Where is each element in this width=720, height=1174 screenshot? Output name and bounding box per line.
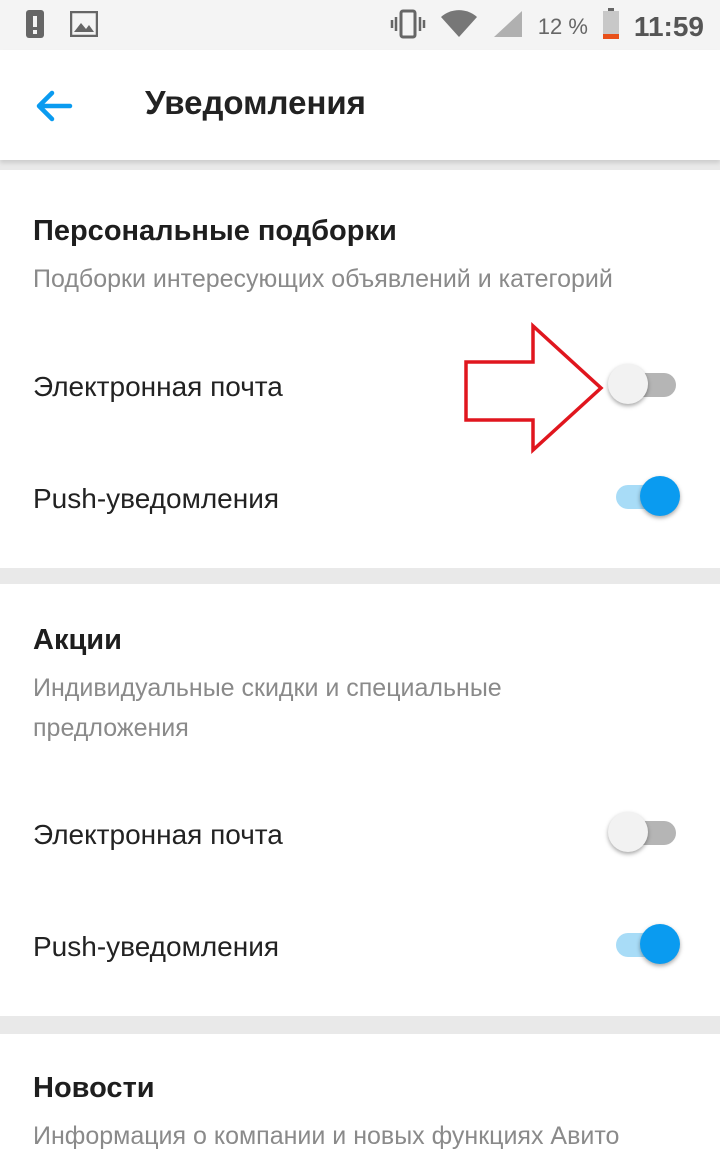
section-news: Новости Информация о компании и новых фу… [0,1034,720,1174]
section-subtitle: Индивидуальные скидки и специальные пред… [33,674,502,742]
section-subtitle: Подборки интересующих объявлений и катег… [33,265,613,293]
section-title: Персональные подборки [33,215,397,247]
push-toggle[interactable] [608,922,680,966]
image-icon [69,10,99,42]
battery-percent: 12 % [537,13,588,39]
section-promotions: Акции Индивидуальные скидки и специальны… [0,584,720,1016]
push-setting-label: Push-уведомления [33,483,279,514]
alert-icon [24,10,46,43]
arrow-left-icon [36,90,73,122]
section-title: Новости [33,1072,155,1104]
email-toggle[interactable] [608,362,678,406]
page-title: Уведомления [145,84,366,121]
push-setting-label: Push-уведомления [33,931,279,962]
app-bar: Уведомления [0,50,720,160]
battery-icon [602,8,620,45]
section-title: Акции [33,624,122,656]
vibrate-icon [390,9,426,44]
push-toggle[interactable] [608,474,680,518]
signal-icon [492,9,524,44]
status-bar: 12 % 11:59 [0,0,720,50]
red-arrow-icon [464,322,604,454]
back-button[interactable] [30,82,78,130]
wifi-icon [440,9,478,44]
section-subtitle: Информация о компании и новых функциях А… [33,1122,620,1150]
email-setting-label: Электронная почта [33,819,283,850]
email-toggle[interactable] [608,810,678,854]
email-setting-label: Электронная почта [33,371,283,402]
section-personal-selections: Персональные подборки Подборки интересую… [0,170,720,568]
clock: 11:59 [633,10,704,42]
